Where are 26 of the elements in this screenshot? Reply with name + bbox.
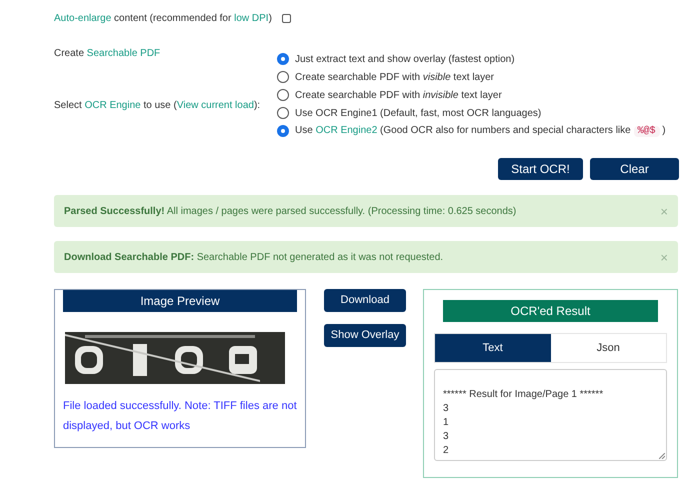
panel-title: OCR'ed Result (443, 300, 658, 322)
start-ocr-button[interactable]: Start OCR! (498, 158, 583, 180)
alert-message: Parsed Successfully! All images / pages were parsed successfully. (Processing time: 0.625 seconds) (64, 204, 516, 218)
panel-title: Image Preview (63, 290, 297, 312)
radio-label: Just extract text and show overlay (fastest option) (295, 52, 515, 66)
radio-label: Create searchable PDF with visible text layer (295, 70, 494, 84)
alert-message: Download Searchable PDF: Searchable PDF not generated as it was not requested. (64, 250, 444, 264)
radio-label: Use OCR Engine1 (Default, fast, most OCR languages) (295, 106, 542, 120)
radio-label: Create searchable PDF with invisible text layer (295, 88, 502, 102)
auto-enlarge-label: Auto-enlarge content (recommended for low DPI) (54, 12, 272, 26)
show-overlay-button[interactable]: Show Overlay (324, 324, 406, 347)
checkbox[interactable] (282, 14, 291, 23)
radio-button[interactable] (277, 125, 289, 137)
radio-button[interactable] (277, 71, 289, 83)
result-tab[interactable]: Text (435, 334, 550, 362)
radio-button[interactable] (277, 89, 289, 101)
clear-button[interactable]: Clear (590, 158, 679, 180)
radio-button[interactable] (277, 53, 289, 65)
searchable-pdf-label: Create Searchable PDF (54, 47, 162, 61)
status-message: File loaded successfully. Note: TIFF files are not displayed, but OCR works (63, 399, 297, 434)
download-button[interactable]: Download (324, 289, 406, 312)
result-text-area[interactable]: ****** Result for Image/Page 1 ****** 3 1 3 2 (434, 369, 667, 461)
ocr-engine-label: Select OCR Engine to use (View current load): (54, 99, 262, 113)
resize-grip-icon[interactable] (659, 453, 665, 459)
radio-button[interactable] (277, 107, 289, 119)
radio-label: Use OCR Engine2 (Good OCR also for numbers and special characters like %@$ ) (295, 124, 666, 139)
